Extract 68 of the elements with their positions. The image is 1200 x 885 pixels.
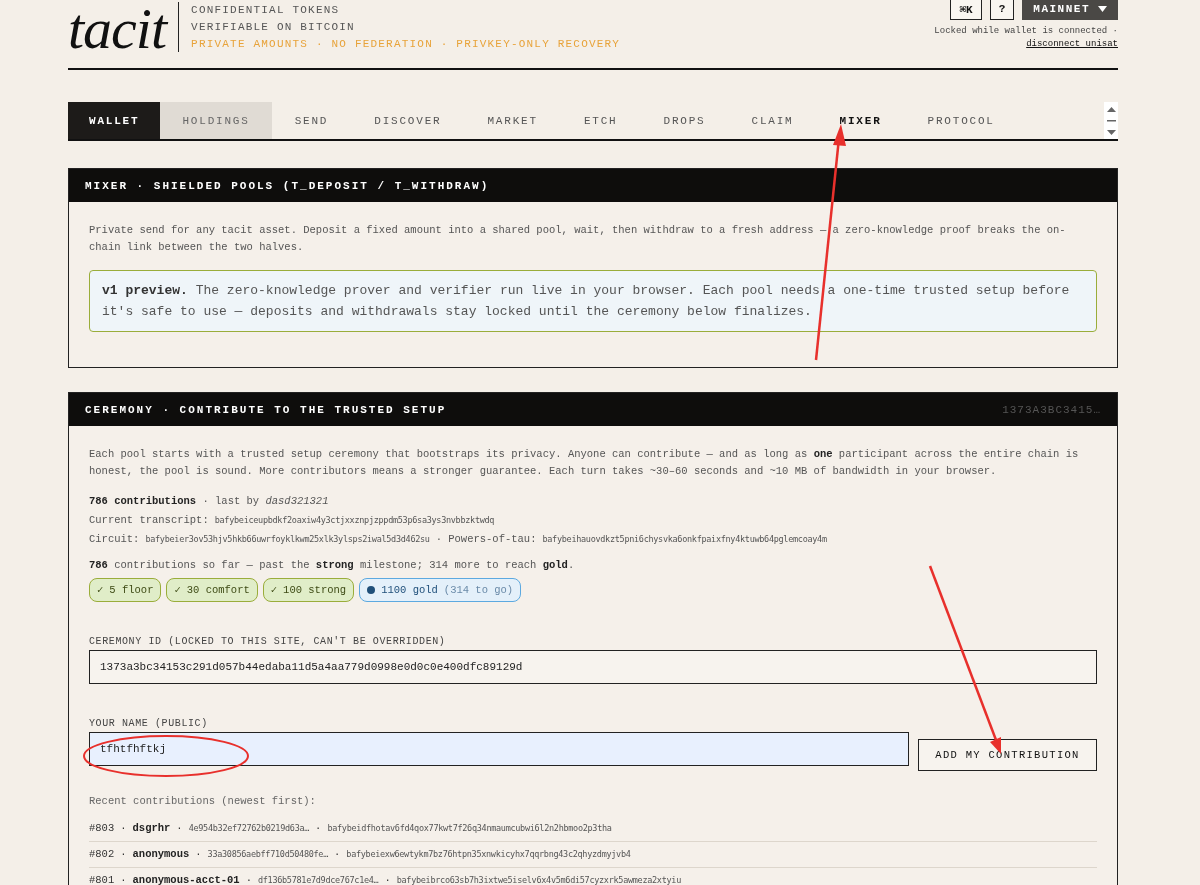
separator-dot: · [195,847,202,862]
ceremony-id-field[interactable]: 1373a3bc34153c291d057b44edaba11d5a4aa779d0998e0d0c0e400dfc89129d [89,650,1097,684]
nav-tab[interactable]: WALLET [68,102,161,139]
name-field[interactable]: tfhtfhftkj [89,732,909,766]
nav-tab[interactable]: MARKET [464,102,561,139]
caret-icon [1098,6,1107,12]
separator-dot: · [176,821,183,836]
nav-tab[interactable]: ETCH [560,102,641,139]
nav-tab[interactable]: SEND [271,102,352,139]
separator-dot: · [315,821,322,836]
nav-tab[interactable]: CLAIM [728,102,817,139]
contribution-summary: 786 contributions · last by dasd321321 [89,494,330,509]
panel-title: MIXER · SHIELDED POOLS (T_DEPOSIT / T_WITHDRAW) [85,179,490,192]
circuit-label: Circuit: [89,532,140,547]
contribution-hash: 33a30856aebff710d50480fe… [207,848,328,861]
logo: tacit [68,4,167,54]
progress-text: 786 contributions so far — past the strong milestone; 314 more to reach gold. [89,558,576,573]
contribution-hash: df136b5781e7d9dce767c1e4… [257,874,379,885]
transcript-hash: bafybeiceupbdkf2oaxiw4y3ctjxxznpjzppdm53p6sa3ys3nvbbzktwdq [214,514,495,527]
preview-notice: v1 preview. The zero-knowledge prover and verifier run live in your browser. Each pool needs a one-time trusted setup before it's safe to use — deposits and withdrawals stay locked until the ceremony below finalizes. [89,270,1097,332]
milestone-chip: 1100 gold (314 to go) [359,578,522,602]
tagline: VERIFIABLE ON BITCOIN [191,20,356,35]
contribution-cid: bafybeidfhotav6fd4qox77kwt7f26q34nmaumcubwi6l2n2hbmoo2p3tha [327,822,612,835]
milestone-chip: ✓ 100 strong [262,578,355,602]
milestone-chip: ✓ 5 floor [89,578,162,602]
dot-icon [367,586,376,594]
milestone-chip: ✓ 30 comfort [166,578,258,602]
nav-tab[interactable]: DISCOVER [351,102,465,139]
field-label: YOUR NAME (PUBLIC) [89,717,209,731]
contribution-cid: bafybeiexw6ewtykm7bz76htpn35xnwkicyhx7qqrbng43c2qhyzdmyjvb4 [346,848,631,861]
contribution-number: #801 [89,873,115,885]
tab-scroller[interactable] [1104,102,1118,139]
field-label: CEREMONY ID (LOCKED TO THIS SITE, CAN'T BE OVERRIDDEN) [89,635,447,649]
recent-label: Recent contributions (newest first): [89,794,317,809]
powers-hash: bafybeihauovdkzt5pni6chysvka6onkfpaixfny4ktuwb64pglemcoay4m [542,533,827,546]
status-text: Locked while wallet is connected · [934,26,1118,36]
transcript-label: Current transcript: [89,513,209,528]
nav-tab[interactable]: HOLDINGS [160,102,272,139]
separator-dot: · [384,873,391,885]
powers-label: · Powers-of-tau: [435,532,537,547]
ceremony-id-short: 1373A3BC3415… [1002,403,1101,416]
nav-tab[interactable]: MIXER [816,102,905,139]
panel-title: CEREMONY · CONTRIBUTE TO THE TRUSTED SETUP [85,403,447,416]
contribution-number: #802 [89,847,115,862]
contributor-name: anonymous [132,847,190,862]
intro-text: Each pool starts with a trusted setup ceremony that bootstraps its privacy. Anyone can contribute — and as long as one participant across the entire chain is honest, the pool is sound. More contributors means a stronger guarantee. Each turn takes ~30–60 seconds and ~10 MB of bandwidth in your browser. [89,447,1080,479]
intro-text: Private send for any tacit asset. Deposit a fixed amount into a shared pool, wait, then withdraw to a fresh address — a zero-knowledge proof breaks the on-chain link between the two halves. [89,223,1067,255]
contribution-number: #803 [89,821,115,836]
circuit-hash: bafybeier3ov53hjv5hkb66uwrfoyklkwm25xlk3ylsps2iwal5d3d462su [145,533,430,546]
disconnect-link[interactable]: disconnect unisat [1026,39,1118,49]
separator-dot: · [120,847,127,862]
separator-dot: · [334,847,341,862]
nav-tab[interactable]: DROPS [640,102,729,139]
contribution-hash: 4e954b32ef72762b0219d63a… [188,822,310,835]
header-button[interactable]: ? [989,0,1015,20]
separator-dot: · [245,873,252,885]
network-dropdown[interactable]: MAINNET [1022,0,1118,20]
scroll-arrows-icon [1106,105,1116,136]
contributor-name: anonymous-acct-01 [132,873,240,885]
tagline: CONFIDENTIAL TOKENS [191,3,341,18]
separator-dot: · [120,821,127,836]
contribution-cid: bafybeibrco63sb7h3ixtwe5iselv6x4v5m6di57cyzxrk5awmeza2xtyiu [396,874,681,885]
separator-dot: · [120,873,127,885]
contributor-name: dsgrhr [132,821,171,836]
contribute-button[interactable]: ADD MY CONTRIBUTION [918,739,1097,771]
nav-tab[interactable]: PROTOCOL [904,102,1018,139]
header-button[interactable]: ⌘K [950,0,982,20]
tagline: PRIVATE AMOUNTS · NO FEDERATION · PRIVKEY-ONLY RECOVERY [191,37,621,52]
